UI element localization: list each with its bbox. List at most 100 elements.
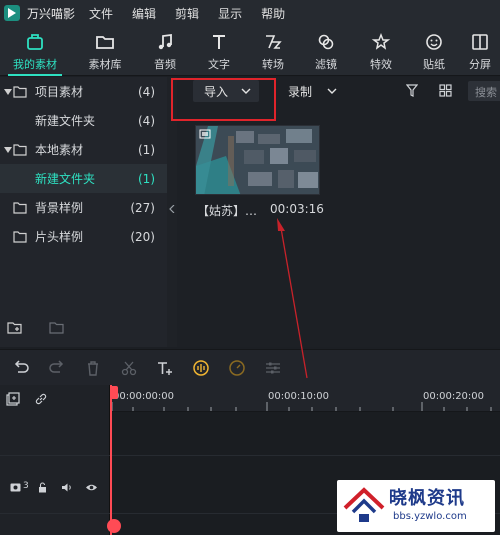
folder-name: 新建文件夹 <box>35 114 96 128</box>
volume-icon[interactable] <box>61 482 73 493</box>
tab-stock-media[interactable]: 素材库 <box>70 26 140 76</box>
folder-new-folder[interactable]: 新建文件夹 (4) <box>0 106 167 135</box>
filter-circles-icon <box>316 31 336 53</box>
tab-stickers[interactable]: 贴纸 <box>408 26 460 76</box>
search-input[interactable]: 搜索 <box>468 81 500 101</box>
redo-icon[interactable] <box>48 359 66 377</box>
folder-count: (27) <box>130 200 155 215</box>
adjust-sliders-icon[interactable] <box>264 359 282 377</box>
ruler-time-0: 00:00:00:00 <box>113 391 175 402</box>
watermark-url: bbs.yzwlo.com <box>393 511 467 522</box>
split-screen-icon <box>470 31 490 53</box>
record-dropdown[interactable]: 录制 <box>279 80 341 102</box>
highlight-box <box>171 78 276 121</box>
tab-audio[interactable]: 音频 <box>140 26 190 76</box>
roof-logo-icon <box>343 487 385 522</box>
tab-label: 音频 <box>154 57 176 71</box>
folder-count: (4) <box>138 84 155 99</box>
ruler-time-20: 00:00:20:00 <box>423 391 485 402</box>
playhead-handle[interactable] <box>110 386 118 399</box>
track-divider <box>0 455 500 456</box>
folder-box-icon <box>25 31 45 53</box>
tab-label: 贴纸 <box>423 57 445 71</box>
transition-icon <box>263 31 283 53</box>
folder-name: 背景样例 <box>35 201 84 215</box>
tab-label: 我的素材 <box>13 57 57 71</box>
folder-local-media[interactable]: 本地素材 (1) <box>0 135 167 164</box>
library-panel: 项目素材 (4) 新建文件夹 (4) 本地素材 (1) 新建文件夹 (1) 背景… <box>0 77 167 347</box>
tab-filters[interactable]: 滤镜 <box>298 26 354 76</box>
tab-label: 转场 <box>262 57 284 71</box>
tab-my-media[interactable]: 我的素材 <box>0 26 70 76</box>
expand-arrow-icon[interactable] <box>4 146 12 154</box>
add-folder-icon[interactable] <box>7 321 23 335</box>
menu-file[interactable]: 文件 <box>89 5 113 22</box>
folder-icon <box>13 201 27 214</box>
record-label: 录制 <box>288 85 313 99</box>
ruler-time-10: 00:00:10:00 <box>268 391 330 402</box>
menu-cut[interactable]: 剪辑 <box>175 5 199 22</box>
expand-arrow-icon[interactable] <box>4 88 12 96</box>
speed-icon[interactable] <box>228 359 246 377</box>
folder-icon <box>13 143 27 156</box>
sticker-face-icon <box>424 31 444 53</box>
time-ruler[interactable]: 00:00:00:00 00:00:10:00 00:00:20:00 <box>111 385 500 412</box>
folder-background-samples[interactable]: 背景样例 (27) <box>0 193 167 222</box>
aerial-city-thumbnail <box>196 126 319 194</box>
clip-duration: 00:03:16 <box>270 202 324 216</box>
folder-icon <box>13 230 27 243</box>
tab-label: 素材库 <box>88 57 122 71</box>
folder-name: 新建文件夹 <box>35 172 96 186</box>
edit-toolbar <box>0 349 500 385</box>
eye-visibility-icon[interactable] <box>85 483 98 492</box>
delete-icon[interactable] <box>84 359 102 377</box>
filter-funnel-icon[interactable] <box>406 84 418 97</box>
folder-name: 项目素材 <box>35 85 84 99</box>
folder-count: (1) <box>138 142 155 157</box>
watermark-logo: 晓枫资讯 bbs.yzwlo.com <box>337 480 495 532</box>
main-menu: 文件 编辑 剪辑 显示 帮助 <box>89 5 304 22</box>
music-note-icon <box>155 31 175 53</box>
folder-icon <box>13 85 27 98</box>
track-number: 3 <box>23 481 29 491</box>
app-logo-icon <box>3 4 21 22</box>
audio-detach-icon[interactable] <box>192 359 210 377</box>
folder-name: 片头样例 <box>35 230 84 244</box>
clip-thumbnail[interactable] <box>195 125 320 195</box>
add-text-icon[interactable] <box>156 359 174 377</box>
tab-titles[interactable]: 文字 <box>190 26 248 76</box>
undo-icon[interactable] <box>12 359 30 377</box>
video-track-icon <box>10 483 21 492</box>
menu-help[interactable]: 帮助 <box>261 5 285 22</box>
tab-label: 分屏 <box>469 57 491 71</box>
tab-label: 文字 <box>208 57 230 71</box>
playhead[interactable] <box>110 385 112 535</box>
menu-edit[interactable]: 编辑 <box>132 5 156 22</box>
folder-new-folder-selected[interactable]: 新建文件夹 (1) <box>0 164 167 193</box>
app-title: 万兴喵影 <box>27 6 76 21</box>
collapse-arrow-icon[interactable] <box>169 205 175 213</box>
tab-split-screen[interactable]: 分屏 <box>460 26 500 76</box>
tab-label: 滤镜 <box>315 57 337 71</box>
chevron-down-icon <box>327 88 337 94</box>
folder-intro-samples[interactable]: 片头样例 (20) <box>0 222 167 251</box>
star-effect-icon <box>371 31 391 53</box>
tab-transitions[interactable]: 转场 <box>248 26 298 76</box>
folder-count: (4) <box>138 113 155 128</box>
ruler-ticks <box>111 402 492 411</box>
tab-effects[interactable]: 特效 <box>354 26 408 76</box>
link-icon[interactable] <box>34 392 48 406</box>
folder-outline-icon[interactable] <box>49 321 65 335</box>
media-toolbar: 我的素材 素材库 音频 文字 转场 滤镜 特效 贴纸 分屏 <box>0 26 500 76</box>
folder-count: (1) <box>138 171 155 186</box>
menu-view[interactable]: 显示 <box>218 5 242 22</box>
cut-scissors-icon[interactable] <box>120 359 138 377</box>
watermark-title: 晓枫资讯 <box>389 488 465 509</box>
add-track-icon[interactable] <box>6 392 20 406</box>
lock-icon[interactable] <box>38 482 47 493</box>
grid-view-icon[interactable] <box>439 84 452 97</box>
text-T-icon <box>209 31 229 53</box>
folder-project-media[interactable]: 项目素材 (4) <box>0 77 167 106</box>
menu-bar: 万兴喵影 文件 编辑 剪辑 显示 帮助 <box>0 0 500 26</box>
folder-name: 本地素材 <box>35 143 84 157</box>
